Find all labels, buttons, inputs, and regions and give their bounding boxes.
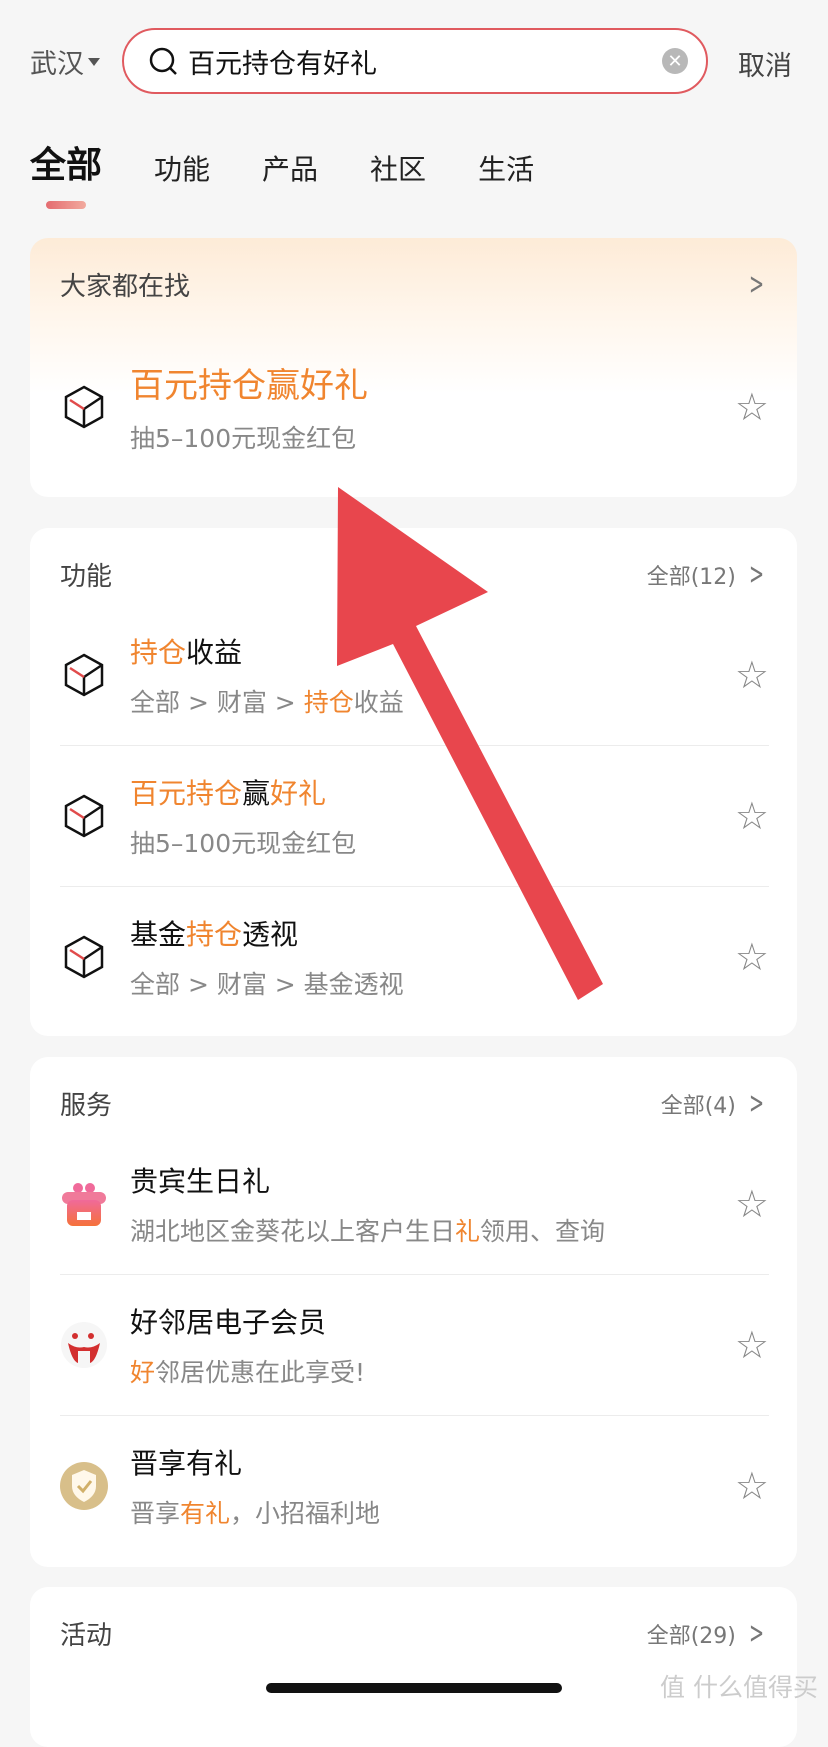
home-indicator <box>266 1683 562 1693</box>
arrow-shape <box>337 487 603 1000</box>
watermark: 值 什么值得买 <box>660 1673 818 1702</box>
annotation-arrow <box>337 487 603 1000</box>
